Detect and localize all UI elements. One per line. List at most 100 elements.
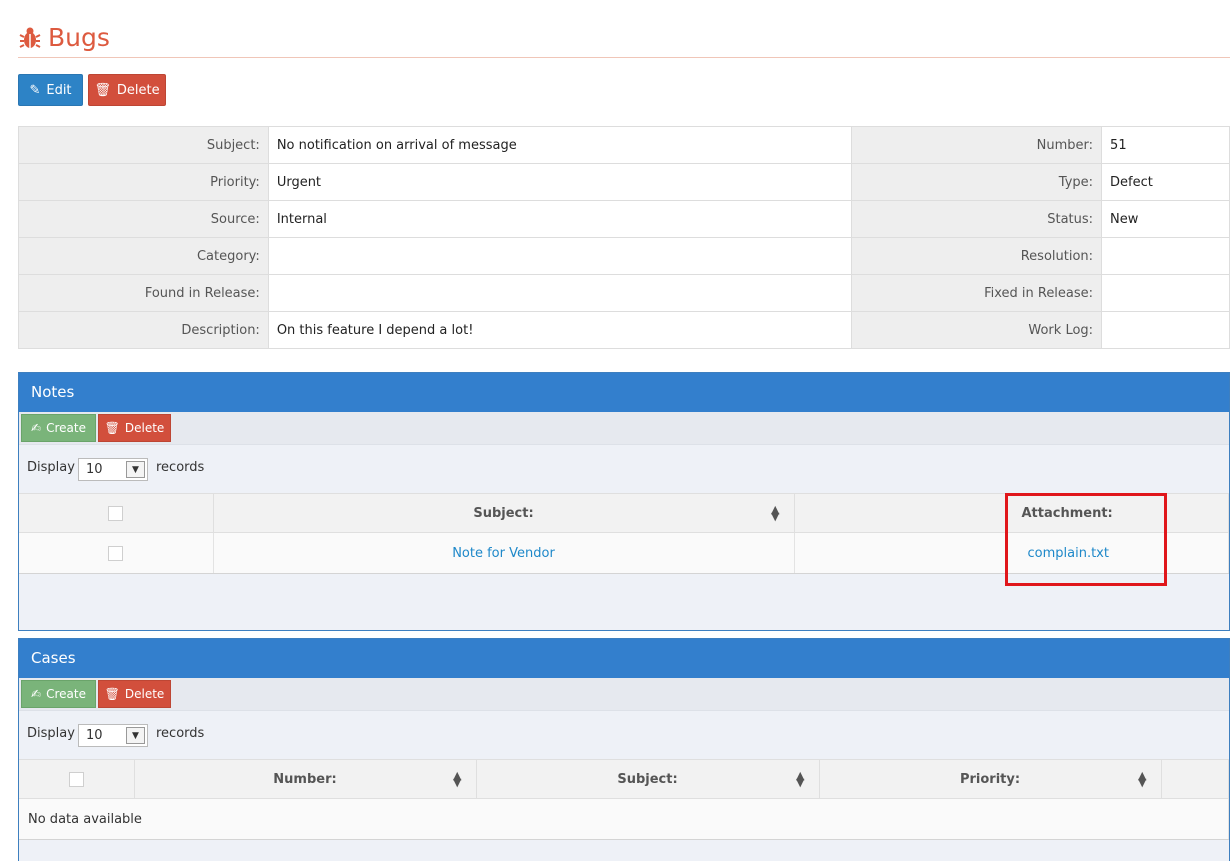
select-all-cell <box>19 759 135 799</box>
edit-square-icon: ✍ <box>31 421 42 435</box>
display-label: Display <box>27 726 75 741</box>
detail-row: Priority: Urgent Type: Defect <box>18 163 1230 201</box>
edit-button-label: Edit <box>46 82 72 98</box>
field-value: On this feature I depend a lot! <box>267 311 853 349</box>
cases-delete-button[interactable]: 🗑 Delete <box>98 680 171 708</box>
cases-table: Number: ▲ ▼ Subject: ▲ ▼ Priority: ▲ ▼ No d… <box>19 759 1229 840</box>
field-label: Category: <box>18 237 269 275</box>
field-value <box>1101 274 1230 312</box>
page-size-value: 10 <box>86 462 103 477</box>
column-header-priority[interactable]: Priority: ▲ ▼ <box>819 759 1162 799</box>
sort-icon: ▲ ▼ <box>796 769 805 789</box>
cases-panel: Cases ✍ Create 🗑 Delete Display 10 ▼ rec… <box>18 638 1230 861</box>
column-header-subject[interactable]: Subject: ▲ ▼ <box>476 759 820 799</box>
chevron-down-icon: ▼ <box>126 727 145 744</box>
pencil-icon: ✎ <box>29 82 41 98</box>
field-label: Work Log: <box>851 311 1103 349</box>
bug-detail-table: Subject: No notification on arrival of m… <box>18 126 1230 349</box>
detail-row: Source: Internal Status: New <box>18 200 1230 238</box>
field-value: Urgent <box>267 163 853 201</box>
column-header-extra <box>1161 759 1229 799</box>
field-label: Status: <box>851 200 1103 238</box>
cases-panel-title: Cases <box>19 639 1229 678</box>
field-label: Found in Release: <box>18 274 269 312</box>
trash-icon: 🗑 <box>104 421 120 435</box>
column-header-number[interactable]: Number: ▲ ▼ <box>134 759 477 799</box>
row-select-cell <box>19 532 214 574</box>
notes-delete-button[interactable]: 🗑 Delete <box>98 414 171 442</box>
sort-icon: ▲ ▼ <box>1138 769 1147 789</box>
field-label: Source: <box>18 200 269 238</box>
chevron-down-icon: ▼ <box>126 461 145 478</box>
cases-display-row: Display 10 ▼ records <box>19 711 1229 759</box>
field-value: New <box>1101 200 1230 238</box>
empty-table-message: No data available <box>19 798 1229 840</box>
notes-page-size-select[interactable]: 10 ▼ <box>78 458 148 481</box>
edit-square-icon: ✍ <box>31 687 42 701</box>
delete-button-label: Delete <box>116 82 160 98</box>
notes-delete-label: Delete <box>124 421 165 435</box>
field-value: No notification on arrival of message <box>267 126 853 164</box>
trash-icon: 🗑 <box>104 687 120 701</box>
notes-panel: Notes ✍ Create 🗑 Delete Display 10 ▼ rec… <box>18 372 1230 631</box>
cases-page-size-select[interactable]: 10 ▼ <box>78 724 148 747</box>
notes-display-row: Display 10 ▼ records <box>19 445 1229 493</box>
field-value <box>267 237 853 275</box>
column-header-label: Number: <box>273 771 337 787</box>
cases-delete-label: Delete <box>124 687 165 701</box>
select-all-checkbox[interactable] <box>108 505 124 521</box>
notes-table: Subject: ▲ ▼ Attachment: Note for Vendor … <box>19 493 1229 574</box>
notes-panel-title: Notes <box>19 373 1229 412</box>
field-value <box>1101 311 1230 349</box>
column-header-label: Subject: <box>473 505 534 521</box>
column-header-label: Priority: <box>959 771 1021 787</box>
column-header-attachment[interactable]: Attachment: <box>794 493 1229 533</box>
page-header: Bugs <box>18 20 1230 58</box>
select-all-cell <box>19 493 214 533</box>
detail-row: Category: Resolution: <box>18 237 1230 275</box>
subject-cell: Note for Vendor <box>213 532 795 574</box>
delete-button[interactable]: 🗑 Delete <box>88 74 166 106</box>
table-row: No data available <box>19 798 1229 840</box>
row-checkbox[interactable] <box>108 545 124 561</box>
records-label: records <box>156 726 205 741</box>
select-all-checkbox[interactable] <box>68 771 84 787</box>
sort-icon: ▲ ▼ <box>771 503 780 523</box>
edit-button[interactable]: ✎ Edit <box>18 74 83 106</box>
field-label: Fixed in Release: <box>851 274 1103 312</box>
notes-create-button[interactable]: ✍ Create <box>21 414 96 442</box>
notes-toolbar: ✍ Create 🗑 Delete <box>19 412 1229 445</box>
page-size-value: 10 <box>86 728 103 743</box>
detail-row: Description: On this feature I depend a … <box>18 311 1230 349</box>
field-value <box>267 274 853 312</box>
detail-row: Found in Release: Fixed in Release: <box>18 274 1230 312</box>
cases-create-button[interactable]: ✍ Create <box>21 680 96 708</box>
field-label: Number: <box>851 126 1103 164</box>
table-row: Note for Vendor complain.txt <box>19 532 1229 574</box>
field-label: Resolution: <box>851 237 1103 275</box>
table-header-row: Subject: ▲ ▼ Attachment: <box>19 493 1229 533</box>
column-header-label: Subject: <box>617 771 678 787</box>
cases-create-label: Create <box>46 687 86 701</box>
trash-icon: 🗑 <box>94 82 111 98</box>
page-title: Bugs <box>48 23 110 52</box>
field-value: Internal <box>267 200 853 238</box>
field-value: Defect <box>1101 163 1230 201</box>
column-header-label: Attachment: <box>1021 505 1113 521</box>
detail-row: Subject: No notification on arrival of m… <box>18 126 1230 164</box>
note-subject-link[interactable]: Note for Vendor <box>452 546 555 561</box>
attachment-link[interactable]: complain.txt <box>1028 546 1109 561</box>
field-label: Description: <box>18 311 269 349</box>
bug-icon <box>19 27 41 48</box>
display-label: Display <box>27 460 75 475</box>
sort-icon: ▲ ▼ <box>453 769 462 789</box>
field-label: Type: <box>851 163 1103 201</box>
table-header-row: Number: ▲ ▼ Subject: ▲ ▼ Priority: ▲ ▼ <box>19 759 1229 799</box>
records-label: records <box>156 460 205 475</box>
field-value <box>1101 237 1230 275</box>
column-header-subject[interactable]: Subject: ▲ ▼ <box>213 493 795 533</box>
field-label: Subject: <box>18 126 269 164</box>
cases-toolbar: ✍ Create 🗑 Delete <box>19 678 1229 711</box>
field-label: Priority: <box>18 163 269 201</box>
notes-create-label: Create <box>46 421 86 435</box>
